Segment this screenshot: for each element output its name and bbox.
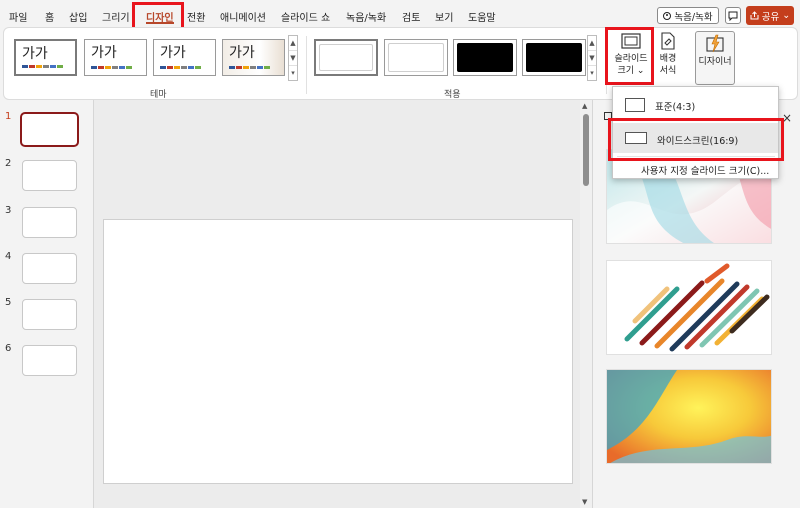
group-divider <box>306 36 307 94</box>
comments-button[interactable] <box>725 7 741 24</box>
tab-home[interactable]: 홈 <box>45 9 54 24</box>
format-background-label-1: 배경 <box>659 54 677 64</box>
record-button[interactable]: 녹음/녹화 <box>657 7 719 24</box>
theme-swatches <box>229 66 270 69</box>
theme-swatches <box>22 65 63 68</box>
vertical-scrollbar[interactable]: ▲ ▼ <box>580 100 592 508</box>
slide-thumbnail-6[interactable] <box>22 345 77 376</box>
variant-2[interactable] <box>384 39 448 76</box>
share-button-label: 공유 <box>761 11 780 23</box>
slide-number: 4 <box>5 251 12 262</box>
tab-file[interactable]: 파일 <box>9 9 27 24</box>
scroll-down-icon[interactable]: ▼ <box>588 51 596 66</box>
themes-group-label: 테마 <box>150 90 167 100</box>
theme-swatches <box>160 66 201 69</box>
theme-office[interactable]: 가가 <box>14 39 77 76</box>
designer-label: 디자이너 <box>698 57 732 67</box>
variant-1[interactable] <box>314 39 378 76</box>
designer-icon <box>706 34 724 53</box>
tab-record[interactable]: 녹음/녹화 <box>346 9 386 24</box>
design-idea-3[interactable] <box>606 369 772 464</box>
highlight-slide-size <box>605 27 654 85</box>
slide-number: 6 <box>5 343 12 354</box>
scroll-up-icon[interactable]: ▲ <box>289 36 297 51</box>
slide-number: 1 <box>5 111 12 122</box>
menu-item-standard-label: 표준(4:3) <box>655 102 696 113</box>
comment-icon <box>728 11 738 21</box>
scroll-up-arrow-icon[interactable]: ▲ <box>582 102 587 110</box>
theme-sample-text: 가가 <box>22 46 48 62</box>
gallery-more-icon[interactable]: ▾ <box>289 66 297 81</box>
tab-draw[interactable]: 그리기 <box>102 9 130 24</box>
theme-swatches <box>91 66 132 69</box>
tab-slideshow[interactable]: 슬라이드 쇼 <box>281 9 330 24</box>
design-idea-3-image <box>607 370 771 463</box>
menu-item-standard[interactable]: 표준(4:3) <box>613 90 778 120</box>
slide-thumbnail-1[interactable] <box>20 112 79 147</box>
theme-sample-text: 가가 <box>160 45 186 61</box>
design-idea-2-image <box>607 261 771 354</box>
highlight-widescreen <box>608 118 784 161</box>
share-icon <box>750 11 759 20</box>
standard-ratio-icon <box>625 98 645 112</box>
tab-review[interactable]: 검토 <box>402 9 420 24</box>
design-idea-2[interactable] <box>606 260 772 355</box>
variants-gallery-scroll[interactable]: ▲ ▼ ▾ <box>587 35 597 81</box>
tab-view[interactable]: 보기 <box>435 9 453 24</box>
menu-bar: 파일 홈 삽입 그리기 디자인 전환 애니메이션 슬라이드 쇼 녹음/녹화 검토… <box>0 0 800 30</box>
slide-thumbnail-2[interactable] <box>22 160 77 191</box>
variant-4[interactable] <box>522 39 586 76</box>
scroll-up-icon[interactable]: ▲ <box>588 36 596 51</box>
slide-number: 3 <box>5 205 12 216</box>
theme-3[interactable]: 가가 <box>153 39 216 76</box>
format-background-label-2: 서식 <box>659 66 677 76</box>
scrollbar-thumb[interactable] <box>583 114 589 186</box>
gallery-more-icon[interactable]: ▾ <box>588 66 596 81</box>
slide-thumbnail-5[interactable] <box>22 299 77 330</box>
tab-animations[interactable]: 애니메이션 <box>220 9 266 24</box>
designer-button[interactable]: 디자이너 <box>695 31 735 85</box>
tab-help[interactable]: 도움말 <box>468 9 496 24</box>
scroll-down-arrow-icon[interactable]: ▼ <box>582 498 587 506</box>
share-button[interactable]: 공유 ⌄ <box>746 6 794 25</box>
slide-number: 5 <box>5 297 12 308</box>
format-background-button[interactable]: 배경 서식 <box>655 31 681 77</box>
theme-sample-text: 가가 <box>91 45 117 61</box>
scroll-down-icon[interactable]: ▼ <box>289 51 297 66</box>
tab-transitions[interactable]: 전환 <box>187 9 205 24</box>
record-icon <box>663 11 672 20</box>
current-slide[interactable] <box>103 219 573 484</box>
variants-group-label: 적용 <box>444 90 461 100</box>
slide-thumbnail-3[interactable] <box>22 207 77 238</box>
theme-2[interactable]: 가가 <box>84 39 147 76</box>
theme-sample-text: 가가 <box>229 45 255 61</box>
theme-4[interactable]: 가가 <box>222 39 285 76</box>
share-chevron-icon: ⌄ <box>782 10 791 21</box>
tab-insert[interactable]: 삽입 <box>69 9 87 24</box>
menu-item-custom-size[interactable]: 사용자 지정 슬라이드 크기(C)... <box>641 163 769 177</box>
slide-number: 2 <box>5 158 12 169</box>
themes-gallery-scroll[interactable]: ▲ ▼ ▾ <box>288 35 298 81</box>
format-background-icon <box>661 32 675 50</box>
variant-3[interactable] <box>453 39 517 76</box>
record-button-label: 녹음/녹화 <box>674 11 713 23</box>
slide-thumbnail-4[interactable] <box>22 253 77 284</box>
